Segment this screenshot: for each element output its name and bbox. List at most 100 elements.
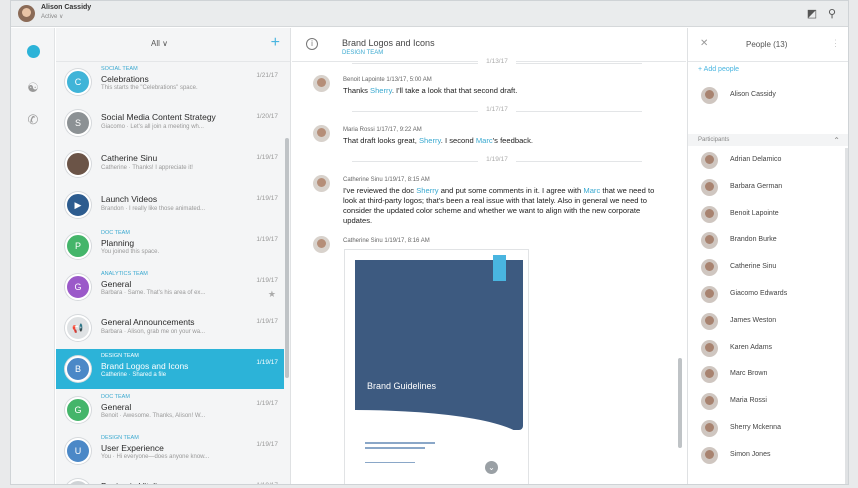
conversation-date: 1/20/17 [256, 113, 278, 120]
participant-item[interactable]: Adrian Delamico [688, 150, 848, 172]
participant-item[interactable]: Sherry Mckenna [688, 418, 848, 440]
star-icon[interactable]: ★ [268, 289, 276, 300]
search-icon[interactable]: ⚲ [824, 6, 840, 22]
conversation-preview: You joined this space. [101, 249, 160, 255]
title-bar: Alison Cassidy Active ∨ ◩ ⚲ [11, 1, 848, 27]
conversation-title: Social Media Content Strategy [101, 112, 216, 122]
conversation-item[interactable]: P DOC TEAM Planning You joined this space. 1… [56, 226, 284, 266]
nav-rail: ☯ ✆ [11, 28, 55, 484]
conversation-date: 1/19/17 [256, 277, 278, 284]
conversation-item[interactable]: G DOC TEAM General Benoit · Awesome. Thanks… [56, 390, 284, 430]
conversation-item[interactable]: S Social Media Content Strategy Giacomo · … [56, 103, 284, 143]
participant-item[interactable]: Maria Rossi [688, 391, 848, 413]
phone-icon[interactable]: ✆ [23, 110, 43, 130]
chat-panel: i Brand Logos and Icons DESIGN TEAM 1/13… [292, 28, 686, 484]
participant-item[interactable]: Brandon Burke [688, 230, 848, 252]
participant-item[interactable]: Barbara German [688, 177, 848, 199]
participant-item[interactable]: James Weston [688, 311, 848, 333]
conversation-title: General [101, 402, 132, 412]
participant-item[interactable]: Karen Adams [688, 338, 848, 360]
conversation-preview: Catherine · Shared a file [101, 372, 167, 378]
participant-item[interactable]: Giacomo Edwards [688, 284, 848, 306]
conversation-avatar: G [65, 274, 91, 300]
message-text: That draft looks great, Sherry. I second… [343, 136, 534, 145]
person-avatar [701, 152, 718, 169]
date-divider: 1/17/17 [352, 106, 642, 116]
mention-link[interactable]: Sherry [370, 86, 392, 95]
message-avatar[interactable] [313, 236, 330, 253]
add-icon[interactable]: + [271, 34, 280, 52]
doc-text-line [365, 447, 425, 449]
conversation-item[interactable]: U DESIGN TEAM User Experience You · Hi ever… [56, 431, 284, 471]
mention-link[interactable]: Sherry [419, 136, 441, 145]
person-avatar [701, 232, 718, 250]
person-avatar [701, 366, 718, 384]
participant-item[interactable]: Marc Brown [688, 364, 848, 386]
date-divider: 1/13/17 [352, 58, 642, 68]
message-text: Thanks Sherry. I'll take a look that tha… [343, 86, 518, 95]
info-icon[interactable]: i [306, 38, 318, 50]
message-avatar[interactable] [313, 125, 330, 142]
conversation-item[interactable]: Catherine Sinu Catherine · Thanks! I appr… [56, 144, 284, 184]
person-name: James Weston [730, 316, 777, 324]
user-status[interactable]: Active ∨ [41, 13, 63, 20]
doc-text-line [365, 462, 415, 463]
people-scrollbar[interactable] [845, 148, 848, 484]
conversation-team: DESIGN TEAM [101, 353, 139, 359]
person-name: Giacomo Edwards [730, 290, 788, 297]
person-avatar [701, 178, 718, 196]
file-preview[interactable]: Brand Guidelines ⌄ [344, 249, 529, 484]
person-name: Maria Rossi [730, 397, 767, 405]
user-avatar[interactable] [18, 5, 35, 22]
person-owner[interactable]: Alison Cassidy [688, 85, 848, 107]
conversation-preview: Giacomo · Let's all join a meeting wh... [101, 124, 204, 130]
date-divider: 1/19/17 [352, 156, 642, 166]
message-meta: Catherine Sinu 1/19/17, 8:16 AM [343, 238, 430, 244]
conversation-item[interactable]: Benjamin Vitali 1/19/17 [56, 472, 284, 484]
person-avatar [701, 87, 718, 104]
conversation-title: General Announcements [101, 317, 195, 327]
conversation-team: SOCIAL TEAM [101, 66, 138, 72]
download-icon[interactable]: ⌄ [485, 461, 498, 474]
person-avatar [701, 446, 718, 464]
conversation-date: 1/19/17 [256, 195, 278, 202]
chevron-up-icon[interactable]: ⌃ [833, 136, 840, 145]
dial-pad-icon[interactable]: ◩ [804, 6, 820, 22]
chat-scrollbar[interactable] [678, 358, 682, 448]
doc-bookmark-tab [493, 255, 506, 281]
mention-link[interactable]: Marc [583, 186, 600, 195]
doc-title: Brand Guidelines [367, 381, 437, 391]
message-meta: Benoit Lapointe 1/13/17, 5:00 AM [343, 77, 432, 83]
conversation-item[interactable]: ▶ Launch Videos Brandon · I really like th… [56, 185, 284, 225]
conversation-avatar: 📢 [65, 315, 91, 341]
conversation-item[interactable]: C SOCIAL TEAM Celebrations This starts the … [56, 62, 284, 102]
conversation-item[interactable]: B DESIGN TEAM Brand Logos and Icons Catheri… [56, 349, 284, 389]
conversation-item[interactable]: 📢 General Announcements Barbara · Alison, … [56, 308, 284, 348]
participants-section-header[interactable]: Participants ⌃ [688, 134, 848, 146]
person-avatar [701, 393, 718, 411]
messages-icon[interactable] [23, 44, 43, 64]
participant-item[interactable]: Catherine Sinu [688, 257, 848, 279]
person-name: Catherine Sinu [730, 263, 777, 271]
participant-item[interactable]: Benoit Lapointe [688, 204, 848, 226]
message-avatar[interactable] [313, 75, 330, 92]
conversation-title: User Experience [101, 443, 164, 453]
participant-item[interactable]: Simon Jones [688, 445, 848, 467]
message-text: I've reviewed the doc Sherry and put som… [343, 186, 655, 225]
panel-menu-icon[interactable]: ⋮ [831, 38, 840, 49]
add-people-link[interactable]: + Add people [698, 66, 739, 73]
mention-link[interactable]: Sherry [416, 186, 438, 195]
space-title: Brand Logos and Icons [342, 38, 435, 48]
message-avatar[interactable] [313, 175, 330, 192]
filter-dropdown[interactable]: All ∨ [151, 39, 168, 48]
conversation-date: 1/19/17 [256, 441, 278, 448]
mention-link[interactable]: Marc [476, 136, 493, 145]
message-meta: Catherine Sinu 1/19/17, 8:15 AM [343, 177, 430, 183]
teams-icon[interactable]: ☯ [23, 78, 43, 98]
list-scrollbar[interactable] [285, 138, 289, 378]
conversation-item[interactable]: G ANALYTICS TEAM General Barbara · Same. Th… [56, 267, 284, 307]
close-icon[interactable]: ✕ [700, 38, 708, 49]
conversation-date: 1/19/17 [256, 236, 278, 243]
conversation-title: General [101, 279, 132, 289]
person-name: Brandon Burke [730, 236, 777, 244]
